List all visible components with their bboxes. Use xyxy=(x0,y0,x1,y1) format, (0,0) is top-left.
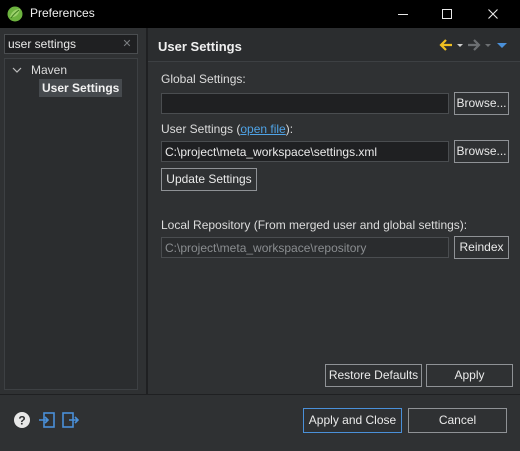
user-settings-input[interactable] xyxy=(161,141,449,162)
forward-arrow-icon[interactable] xyxy=(466,37,482,53)
window-title: Preferences xyxy=(30,6,95,20)
dialog-button-bar: ? Apply and Close Cancel xyxy=(0,394,520,451)
clear-filter-icon[interactable]: ✕ xyxy=(120,37,134,51)
global-settings-input[interactable] xyxy=(161,93,449,114)
minimize-button[interactable] xyxy=(380,0,426,28)
user-browse-button[interactable]: Browse... xyxy=(454,140,509,163)
tree-node-label: Maven xyxy=(31,63,68,77)
preference-navigator: ✕ Maven User Settings xyxy=(0,28,146,394)
back-dropdown-icon[interactable] xyxy=(456,37,464,53)
close-button[interactable] xyxy=(470,0,516,28)
import-icon[interactable] xyxy=(38,411,56,429)
close-icon xyxy=(488,9,498,19)
apply-and-close-button[interactable]: Apply and Close xyxy=(303,408,402,433)
maximize-button[interactable] xyxy=(424,0,470,28)
global-browse-button[interactable]: Browse... xyxy=(454,92,509,115)
help-icon[interactable]: ? xyxy=(13,411,31,429)
preference-tree[interactable]: Maven User Settings xyxy=(4,58,138,390)
filter-input[interactable] xyxy=(8,36,120,52)
global-settings-label: Global Settings: xyxy=(161,72,246,86)
history-navigation xyxy=(438,37,510,53)
filter-field[interactable]: ✕ xyxy=(4,34,138,54)
tree-node-user-settings[interactable]: User Settings xyxy=(39,79,123,97)
eclipse-spring-icon xyxy=(7,6,23,22)
title-bar: Preferences xyxy=(0,0,520,28)
minimize-icon xyxy=(398,14,408,15)
maximize-icon xyxy=(442,9,452,19)
user-settings-label: User Settings (open file): xyxy=(161,122,293,136)
preferences-window: Preferences ✕ Maven User Settings User S… xyxy=(0,0,520,451)
tree-node-maven[interactable]: Maven xyxy=(11,63,67,77)
local-repository-label: Local Repository (From merged user and g… xyxy=(161,218,468,232)
restore-defaults-button[interactable]: Restore Defaults xyxy=(325,364,422,387)
user-settings-label-suffix: ): xyxy=(285,122,294,136)
page-title: User Settings xyxy=(158,39,242,54)
back-arrow-icon[interactable] xyxy=(438,37,454,53)
preference-page: User Settings Global Settings: Browse...… xyxy=(148,28,520,394)
export-icon[interactable] xyxy=(61,411,79,429)
open-file-link[interactable]: open file xyxy=(240,122,285,136)
user-settings-label-prefix: User Settings ( xyxy=(161,122,241,136)
page-header: User Settings xyxy=(148,28,520,62)
chevron-down-icon[interactable] xyxy=(11,64,23,76)
forward-dropdown-icon[interactable] xyxy=(484,37,492,53)
update-settings-button[interactable]: Update Settings xyxy=(161,168,257,191)
svg-text:?: ? xyxy=(18,414,25,428)
local-repository-input xyxy=(161,237,449,258)
view-menu-icon[interactable] xyxy=(494,37,510,53)
reindex-button[interactable]: Reindex xyxy=(454,236,509,259)
apply-button[interactable]: Apply xyxy=(426,364,513,387)
cancel-button[interactable]: Cancel xyxy=(408,408,507,433)
